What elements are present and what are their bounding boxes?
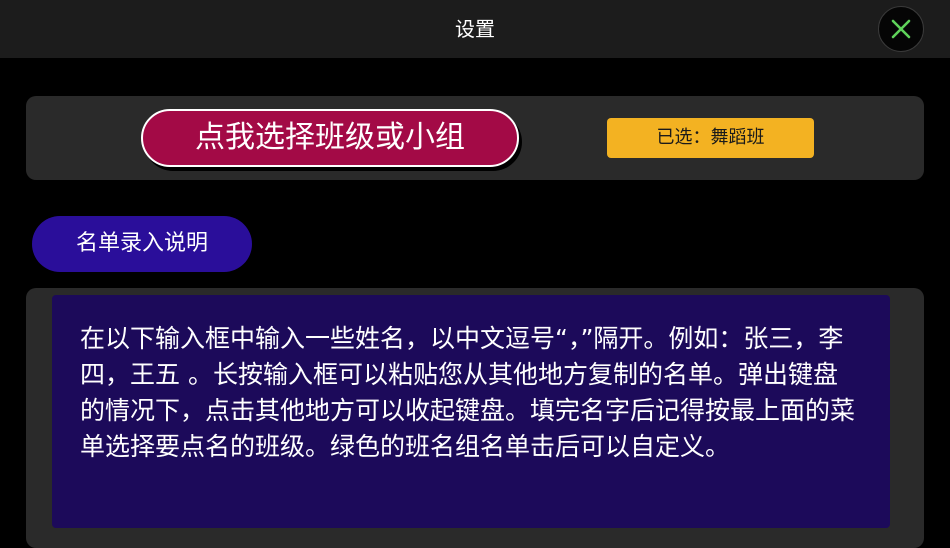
selected-class-badge: 已选：舞蹈班 <box>607 118 814 158</box>
instruction-text: 在以下输入框中输入一些姓名，以中文逗号“，”隔开。例如：张三，李四，王五 。长按… <box>52 295 890 528</box>
page-title: 设置 <box>455 17 495 41</box>
close-button[interactable] <box>878 6 924 52</box>
select-class-button[interactable]: 点我选择班级或小组 <box>141 109 519 167</box>
close-icon <box>891 19 911 39</box>
roster-instructions-button[interactable]: 名单录入说明 <box>32 216 252 272</box>
